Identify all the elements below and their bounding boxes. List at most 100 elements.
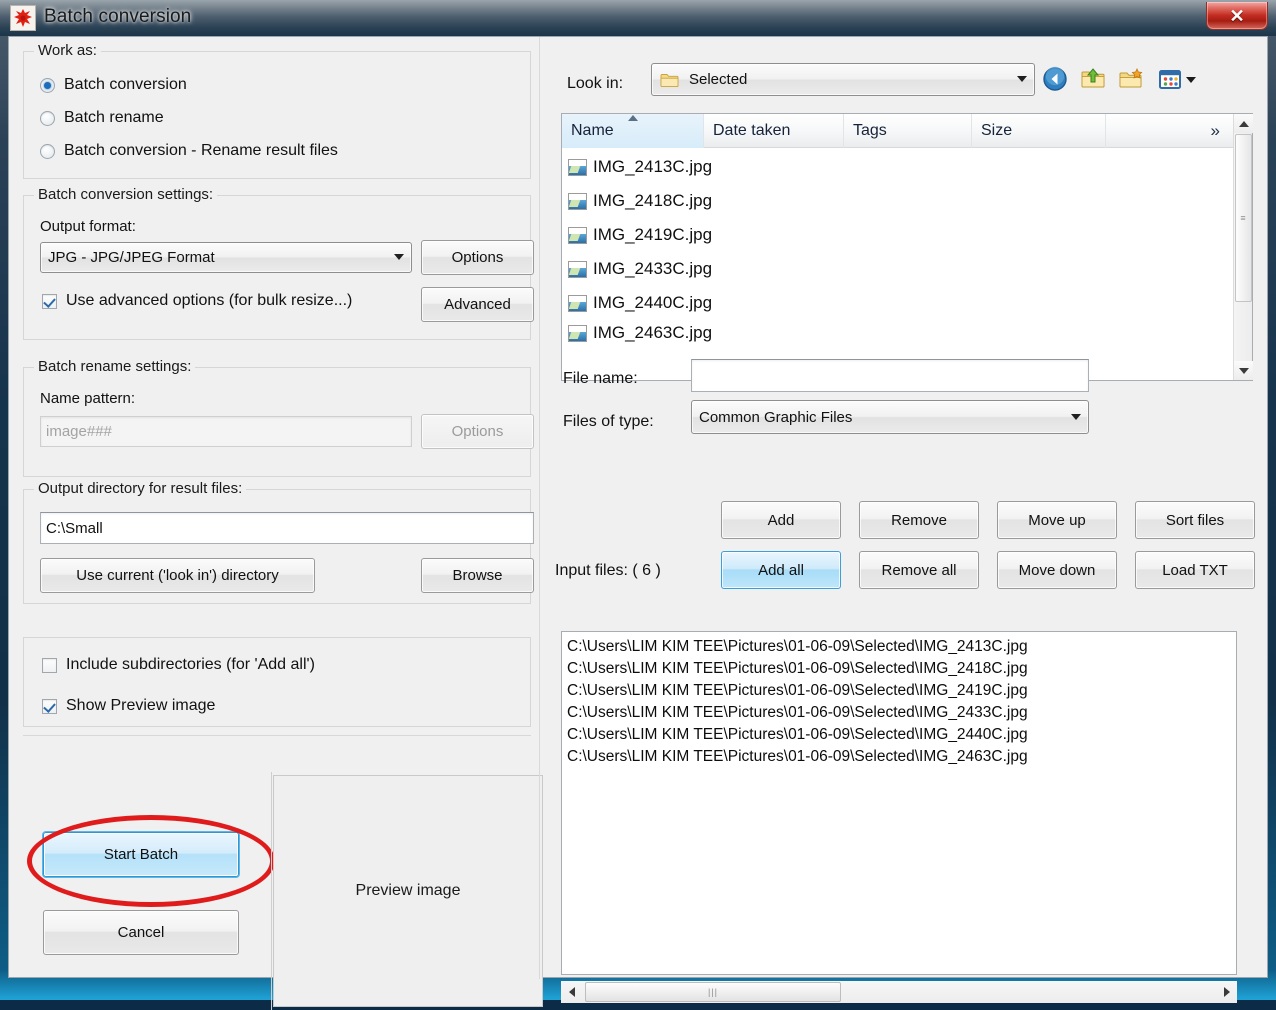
input-file-path[interactable]: C:\Users\LIM KIM TEE\Pictures\01-06-09\S… bbox=[567, 704, 1028, 722]
name-pattern-label: Name pattern: bbox=[40, 390, 136, 407]
output-directory-input[interactable]: C:\Small bbox=[40, 512, 534, 544]
start-batch-button[interactable]: Start Batch bbox=[43, 832, 239, 877]
scrollbar-thumb[interactable]: ||| bbox=[585, 982, 841, 1002]
use-current-directory-button[interactable]: Use current ('look in') directory bbox=[40, 558, 315, 593]
file-chooser-panel: Look in: Selected Name Date taken Tags S… bbox=[545, 37, 1269, 1003]
preview-placeholder-label: Preview image bbox=[355, 882, 461, 899]
work-as-groupbox: Work as: Batch conversion Batch rename B… bbox=[23, 42, 531, 179]
output-directory-groupbox: Output directory for result files: C:\Sm… bbox=[23, 480, 534, 604]
back-icon[interactable] bbox=[1041, 65, 1071, 94]
radio-indicator bbox=[40, 110, 55, 126]
title-bar[interactable]: Batch conversion ✕ bbox=[0, 0, 1276, 36]
button-label: Use current ('look in') directory bbox=[76, 567, 279, 584]
include-subdirectories-checkbox[interactable]: Include subdirectories (for 'Add all') bbox=[42, 656, 315, 674]
name-pattern-input[interactable]: image### bbox=[40, 416, 412, 447]
input-file-path[interactable]: C:\Users\LIM KIM TEE\Pictures\01-06-09\S… bbox=[567, 726, 1028, 744]
column-header-size[interactable]: Size bbox=[972, 113, 1106, 148]
input-file-path[interactable]: C:\Users\LIM KIM TEE\Pictures\01-06-09\S… bbox=[567, 660, 1028, 678]
views-icon[interactable] bbox=[1157, 65, 1205, 94]
file-list-item[interactable]: IMG_2433C.jpg bbox=[568, 254, 712, 284]
up-folder-icon[interactable] bbox=[1079, 65, 1109, 94]
input-file-path[interactable]: C:\Users\LIM KIM TEE\Pictures\01-06-09\S… bbox=[567, 638, 1028, 656]
show-preview-image-checkbox[interactable]: Show Preview image bbox=[42, 697, 215, 715]
use-advanced-options-checkbox[interactable]: Use advanced options (for bulk resize...… bbox=[42, 292, 352, 310]
grip-icon: ≡ bbox=[1240, 212, 1247, 223]
divider bbox=[23, 735, 531, 736]
column-header-more[interactable]: » bbox=[1106, 114, 1234, 148]
chevron-down-icon bbox=[1010, 74, 1034, 85]
checkbox-indicator bbox=[42, 657, 57, 673]
name-pattern-options-button[interactable]: Options bbox=[421, 414, 534, 449]
remove-all-button[interactable]: Remove all bbox=[859, 551, 979, 589]
column-label: Date taken bbox=[713, 121, 791, 139]
chevron-down-icon bbox=[387, 252, 411, 263]
file-list-item[interactable]: IMG_2463C.jpg bbox=[568, 322, 712, 344]
button-label: Options bbox=[451, 249, 504, 266]
radio-batch-conversion[interactable]: Batch conversion bbox=[40, 76, 187, 94]
column-header-date-taken[interactable]: Date taken bbox=[704, 113, 844, 148]
load-txt-button[interactable]: Load TXT bbox=[1135, 551, 1255, 589]
file-browser-list[interactable]: Name Date taken Tags Size » IMG_2413C.jp… bbox=[561, 113, 1253, 381]
window-title: Batch conversion bbox=[44, 6, 192, 27]
button-label: Add all bbox=[758, 561, 804, 579]
radio-label: Batch conversion - Rename result files bbox=[64, 142, 338, 159]
output-format-options-button[interactable]: Options bbox=[421, 240, 534, 275]
radio-batch-rename[interactable]: Batch rename bbox=[40, 109, 164, 127]
batch-conversion-window: Batch conversion ✕ Work as: Batch conver… bbox=[0, 0, 1276, 1010]
panel-divider bbox=[539, 37, 540, 979]
file-list-item[interactable]: IMG_2440C.jpg bbox=[568, 288, 712, 318]
image-file-icon bbox=[568, 324, 587, 342]
chevron-down-icon bbox=[1064, 412, 1088, 423]
cancel-button[interactable]: Cancel bbox=[43, 910, 239, 955]
file-list-item[interactable]: IMG_2413C.jpg bbox=[568, 152, 712, 182]
button-label: Remove bbox=[891, 511, 947, 529]
file-list-scrollbar[interactable]: ≡ bbox=[1233, 114, 1253, 380]
button-label: Start Batch bbox=[103, 846, 179, 863]
button-label: Move down bbox=[1018, 561, 1096, 579]
scroll-up-button[interactable] bbox=[1234, 114, 1253, 133]
conversion-settings-title: Batch conversion settings: bbox=[34, 186, 218, 203]
radio-indicator bbox=[40, 143, 55, 159]
advanced-button[interactable]: Advanced bbox=[421, 287, 534, 322]
file-name-input[interactable] bbox=[691, 359, 1089, 392]
add-button[interactable]: Add bbox=[721, 501, 841, 539]
scrollbar-thumb[interactable]: ≡ bbox=[1235, 134, 1252, 302]
output-directory-value: C:\Small bbox=[46, 519, 103, 537]
input-files-list[interactable]: C:\Users\LIM KIM TEE\Pictures\01-06-09\S… bbox=[561, 631, 1237, 975]
look-in-combo[interactable]: Selected bbox=[651, 63, 1035, 96]
move-up-button[interactable]: Move up bbox=[997, 501, 1117, 539]
files-of-type-combo[interactable]: Common Graphic Files bbox=[691, 400, 1089, 434]
work-as-title: Work as: bbox=[34, 42, 101, 59]
divider bbox=[271, 772, 272, 1010]
sort-files-button[interactable]: Sort files bbox=[1135, 501, 1255, 539]
file-list-item[interactable]: IMG_2418C.jpg bbox=[568, 186, 712, 216]
remove-button[interactable]: Remove bbox=[859, 501, 979, 539]
radio-batch-conversion-rename[interactable]: Batch conversion - Rename result files bbox=[40, 142, 338, 160]
rename-settings-groupbox: Batch rename settings: Name pattern: ima… bbox=[23, 358, 534, 477]
button-label: Browse bbox=[452, 567, 503, 584]
input-file-path[interactable]: C:\Users\LIM KIM TEE\Pictures\01-06-09\S… bbox=[567, 682, 1028, 700]
button-label: Add bbox=[767, 511, 795, 529]
browse-button[interactable]: Browse bbox=[421, 558, 534, 593]
new-folder-icon[interactable] bbox=[1117, 65, 1147, 94]
column-header-tags[interactable]: Tags bbox=[844, 113, 972, 148]
file-name: IMG_2413C.jpg bbox=[593, 157, 713, 176]
input-file-path[interactable]: C:\Users\LIM KIM TEE\Pictures\01-06-09\S… bbox=[567, 748, 1028, 766]
radio-indicator bbox=[40, 77, 55, 93]
files-of-type-label: Files of type: bbox=[563, 413, 654, 430]
move-down-button[interactable]: Move down bbox=[997, 551, 1117, 589]
column-header-name[interactable]: Name bbox=[562, 113, 704, 148]
file-name: IMG_2418C.jpg bbox=[593, 191, 713, 210]
checkbox-label: Use advanced options (for bulk resize...… bbox=[66, 292, 353, 309]
close-button[interactable]: ✕ bbox=[1206, 2, 1268, 30]
radio-label: Batch rename bbox=[64, 109, 164, 126]
preview-image-pane: Preview image bbox=[273, 775, 543, 1007]
scroll-down-button[interactable] bbox=[1234, 361, 1253, 380]
output-format-combo[interactable]: JPG - JPG/JPEG Format bbox=[40, 242, 412, 273]
file-list-item[interactable]: IMG_2419C.jpg bbox=[568, 220, 712, 250]
file-name: IMG_2463C.jpg bbox=[593, 323, 713, 342]
files-of-type-value: Common Graphic Files bbox=[699, 408, 853, 426]
look-in-label: Look in: bbox=[567, 75, 624, 92]
grip-icon: ||| bbox=[707, 986, 718, 997]
add-all-button[interactable]: Add all bbox=[721, 551, 841, 589]
